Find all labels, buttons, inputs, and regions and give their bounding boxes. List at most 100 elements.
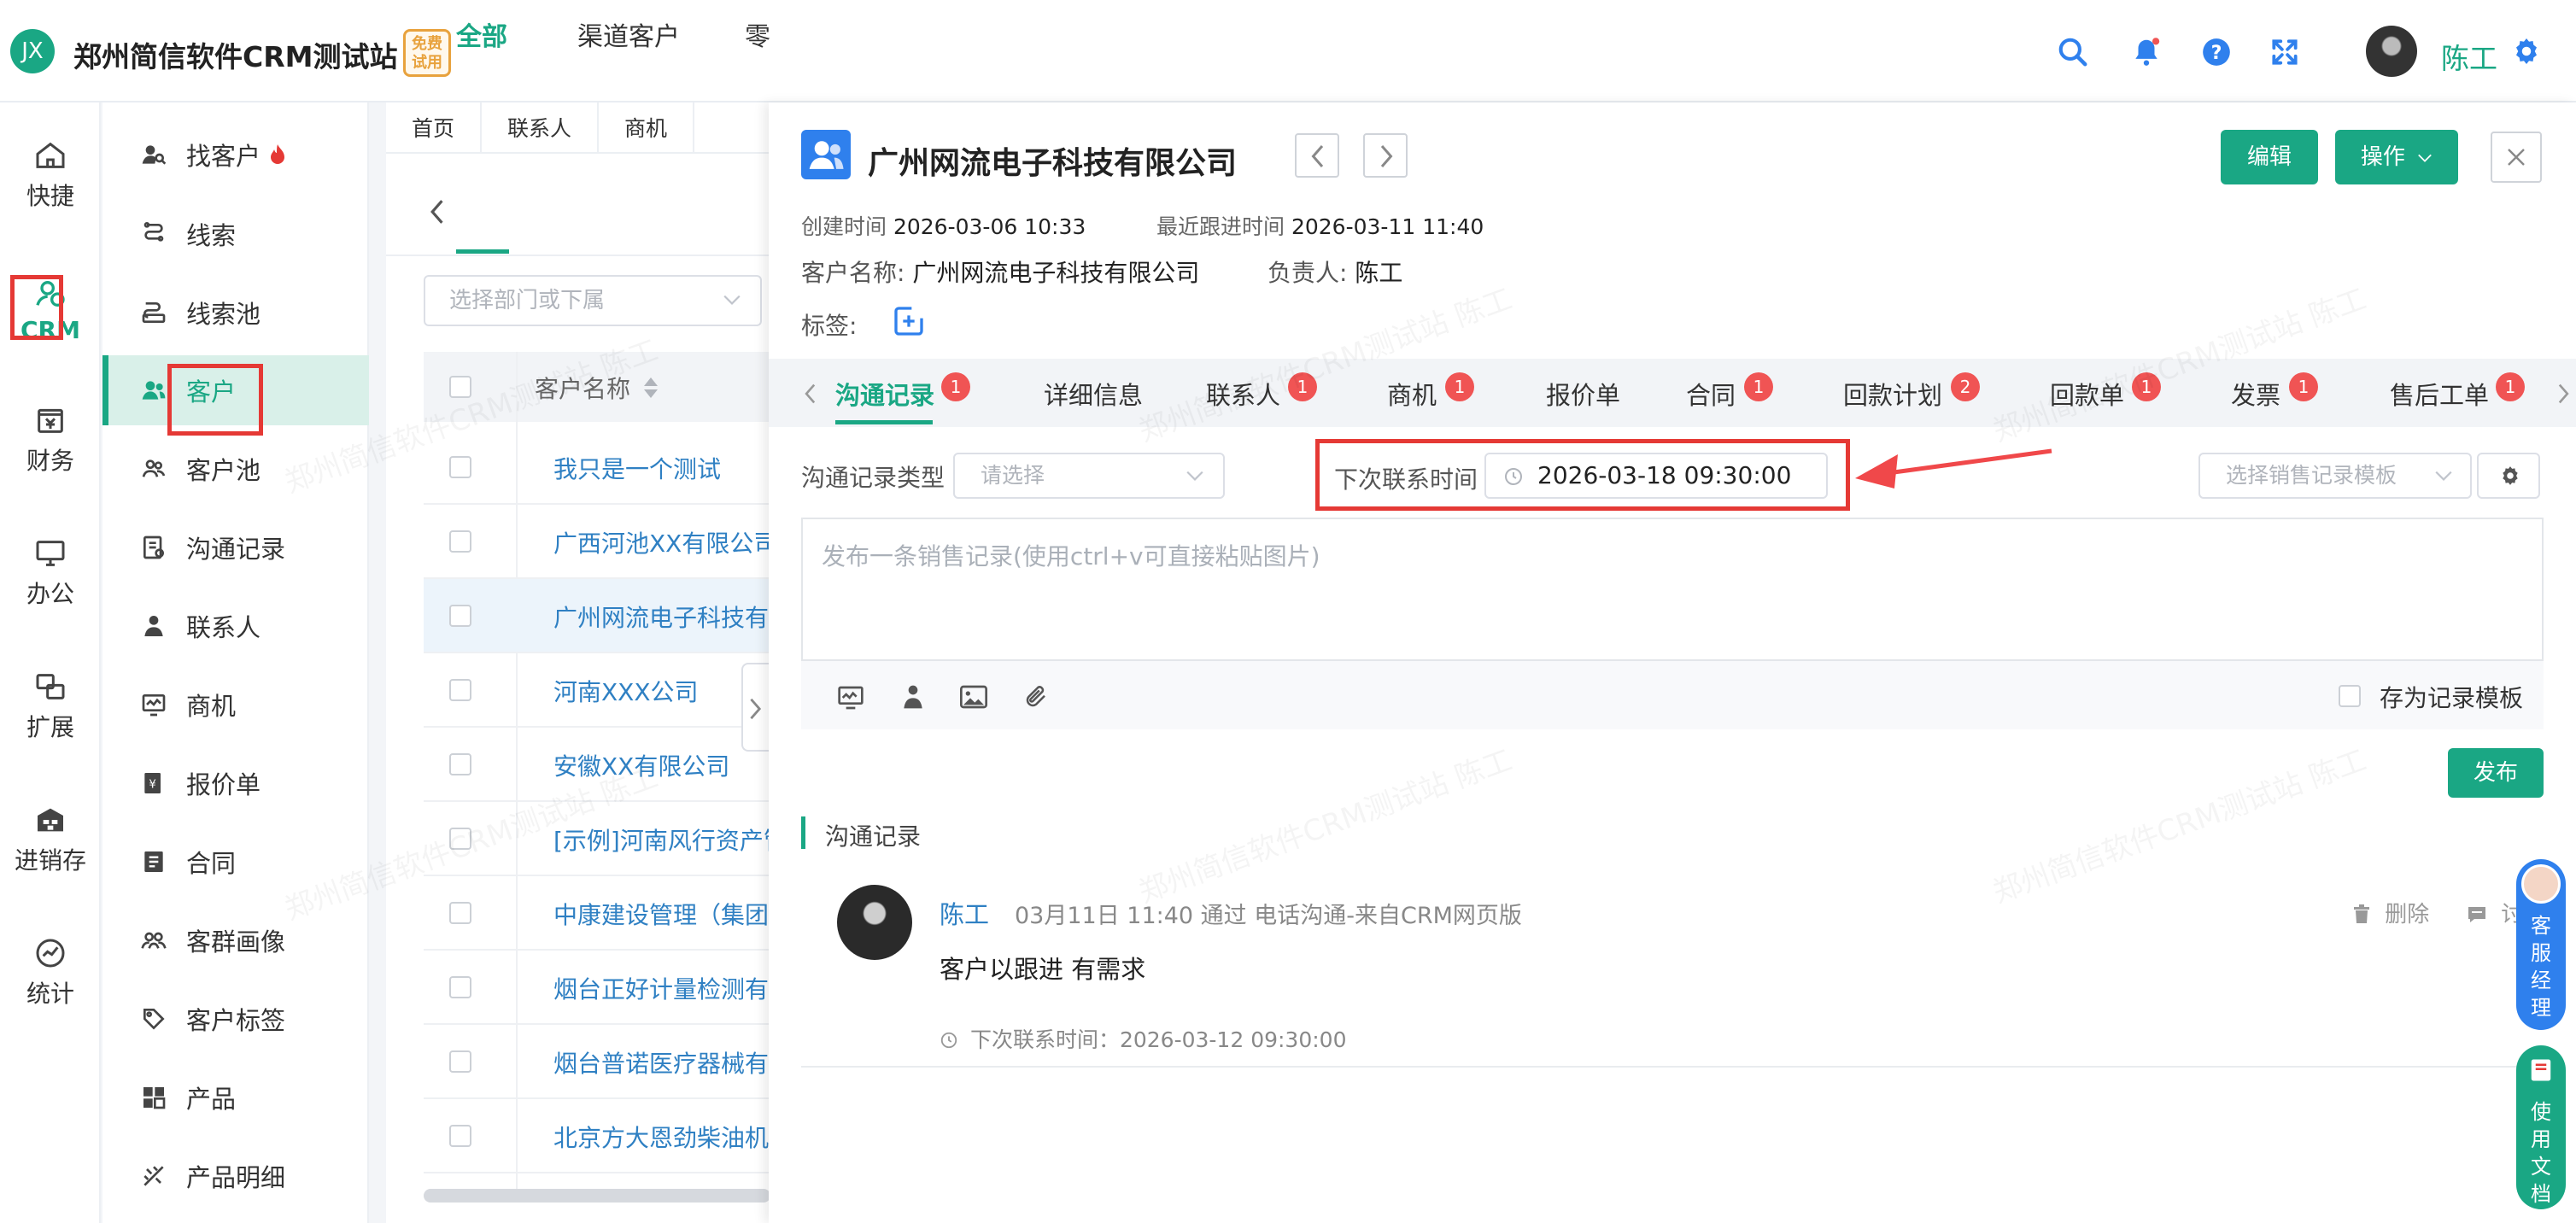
row-checkbox[interactable] (449, 530, 471, 553)
menu-item-communication[interactable]: 沟通记录 (102, 512, 369, 582)
collapse-handle[interactable] (741, 663, 770, 752)
tab-after-sales[interactable]: 售后工单 (2390, 376, 2489, 412)
table-row[interactable]: 我只是一个测试 (424, 430, 770, 505)
row-checkbox[interactable] (449, 1125, 471, 1147)
customer-name-link[interactable]: 烟台正好计量检测有 (553, 971, 769, 1005)
row-checkbox[interactable] (449, 753, 471, 775)
rail-item-stats[interactable]: 统计 (0, 936, 101, 1009)
search-icon[interactable] (2057, 36, 2089, 68)
rail-item-office[interactable]: 办公 (0, 536, 101, 610)
chart-monitor-icon[interactable] (837, 685, 864, 711)
operations-button[interactable]: 操作 (2335, 130, 2458, 184)
fullscreen-icon[interactable] (2269, 36, 2301, 68)
image-icon[interactable] (960, 685, 987, 709)
menu-item-products[interactable]: 产品 (102, 1062, 369, 1132)
sort-icon[interactable] (642, 376, 659, 400)
comment-record-button[interactable]: 讨 (2467, 897, 2523, 928)
tab-payment-receipts[interactable]: 回款单 (2050, 376, 2124, 412)
row-checkbox[interactable] (449, 679, 471, 701)
customer-name-link[interactable]: 河南XXX公司 (553, 674, 699, 708)
record-template-select[interactable]: 选择销售记录模板 (2198, 453, 2472, 499)
menu-item-opportunity[interactable]: 商机 (102, 670, 369, 740)
row-checkbox[interactable] (449, 828, 471, 850)
table-row[interactable]: 河南XXX公司 (424, 653, 770, 728)
column-header-customer-name[interactable]: 客户名称 (535, 371, 630, 405)
add-tag-icon[interactable] (892, 304, 926, 338)
settings-gear-icon[interactable] (2511, 36, 2542, 67)
chevron-right-icon[interactable] (2557, 383, 2571, 405)
table-row[interactable]: 烟台正好计量检测有 (424, 951, 770, 1025)
table-row[interactable]: 安徽XX有限公司 (424, 728, 770, 802)
select-all-checkbox[interactable] (449, 376, 471, 398)
menu-item-lead-pool[interactable]: 线索池 (102, 278, 369, 348)
rail-item-quick[interactable]: 快捷 (0, 138, 101, 212)
tab-invoices[interactable]: 发票 (2231, 376, 2280, 412)
tab-communication-records[interactable]: 沟通记录 (835, 376, 934, 412)
table-row[interactable]: 中康建设管理（集团 (424, 876, 770, 951)
tab-retail[interactable]: 零 (745, 15, 770, 53)
customer-name-link[interactable]: 广州网流电子科技有 (553, 600, 769, 634)
row-checkbox[interactable] (449, 456, 471, 478)
customer-name-link[interactable]: 安徽XX有限公司 (553, 748, 729, 782)
menu-item-customer-pool[interactable]: 客户池 (102, 434, 369, 504)
customer-name-link[interactable]: 北京方大恩劲柴油机 (553, 1120, 769, 1154)
menu-item-quotation[interactable]: ¥ 报价单 (102, 748, 369, 818)
horizontal-scrollbar[interactable] (424, 1189, 770, 1203)
page-tab-contacts[interactable]: 联系人 (482, 102, 600, 152)
page-tab-opportunity[interactable]: 商机 (599, 102, 695, 152)
bell-icon[interactable] (2130, 36, 2163, 68)
customer-name-link[interactable]: 烟台普诺医疗器械有 (553, 1045, 769, 1080)
prev-customer-button[interactable] (1295, 133, 1339, 178)
free-trial-badge[interactable]: 免费 试用 (403, 29, 451, 77)
row-checkbox[interactable] (449, 902, 471, 924)
menu-item-contacts[interactable]: 联系人 (102, 591, 369, 661)
tab-details[interactable]: 详细信息 (1044, 376, 1143, 412)
record-type-select[interactable]: 请选择 (953, 453, 1225, 499)
save-as-template-checkbox[interactable] (2339, 685, 2361, 707)
tab-quotations[interactable]: 报价单 (1546, 376, 1620, 412)
template-settings-button[interactable] (2477, 453, 2540, 499)
rail-item-finance[interactable]: 财务 (0, 403, 101, 477)
table-row[interactable]: [示例]河南风行资产管 (424, 802, 787, 876)
customer-name-link[interactable]: 中康建设管理（集团 (553, 897, 769, 931)
menu-item-product-details[interactable]: 产品明细 (102, 1141, 369, 1211)
user-avatar[interactable] (2366, 26, 2417, 77)
menu-item-customer-portrait[interactable]: 客群画像 (102, 905, 369, 975)
customer-name-link[interactable]: 我只是一个测试 (553, 451, 721, 485)
publish-button[interactable]: 发布 (2448, 748, 2544, 798)
user-docs-button[interactable]: 使用文档 (2516, 1045, 2566, 1209)
row-checkbox[interactable] (449, 605, 471, 627)
rail-item-inventory[interactable]: 进销存 (0, 803, 101, 876)
menu-item-find-customer[interactable]: 找客户 (102, 120, 369, 190)
tab-contracts[interactable]: 合同 (1686, 376, 1736, 412)
menu-item-contract[interactable]: 合同 (102, 827, 369, 897)
delete-record-button[interactable]: 删除 (2352, 897, 2429, 928)
site-logo[interactable]: JX (10, 29, 55, 73)
table-row[interactable]: 广州网流电子科技有 (424, 579, 770, 653)
tab-all[interactable]: 全部 (456, 15, 507, 53)
table-row[interactable]: 北京方大恩劲柴油机 (424, 1099, 770, 1173)
close-drawer-button[interactable] (2491, 132, 2542, 183)
user-name[interactable]: 陈工 (2441, 36, 2497, 77)
customer-name-link[interactable]: 广西河池XX有限公司 (553, 525, 777, 559)
tab-payment-plans[interactable]: 回款计划 (1843, 376, 1942, 412)
contact-person-icon[interactable] (900, 683, 926, 711)
tab-contacts[interactable]: 联系人 (1206, 376, 1280, 412)
department-select[interactable]: 选择部门或下属 (424, 275, 762, 326)
help-icon[interactable]: ? (2200, 36, 2233, 68)
row-checkbox[interactable] (449, 1050, 471, 1073)
next-customer-button[interactable] (1363, 133, 1408, 178)
chevron-left-icon[interactable] (427, 198, 446, 225)
customer-name-link[interactable]: [示例]河南风行资产管 (553, 822, 787, 857)
paperclip-icon[interactable] (1023, 683, 1049, 711)
edit-button[interactable]: 编辑 (2221, 130, 2318, 184)
page-tab-home[interactable]: 首页 (386, 102, 483, 152)
tab-channel-customers[interactable]: 渠道客户 (577, 15, 680, 53)
customer-service-manager-button[interactable]: 客服经理 (2516, 859, 2566, 1030)
menu-item-leads[interactable]: 线索 (102, 199, 369, 269)
record-author-name[interactable]: 陈工 (940, 895, 989, 931)
save-as-template-label[interactable]: 存为记录模板 (2380, 680, 2523, 714)
row-checkbox[interactable] (449, 976, 471, 998)
table-row[interactable]: 广西河池XX有限公司 (424, 505, 777, 579)
rail-item-extend[interactable]: 扩展 (0, 670, 101, 743)
